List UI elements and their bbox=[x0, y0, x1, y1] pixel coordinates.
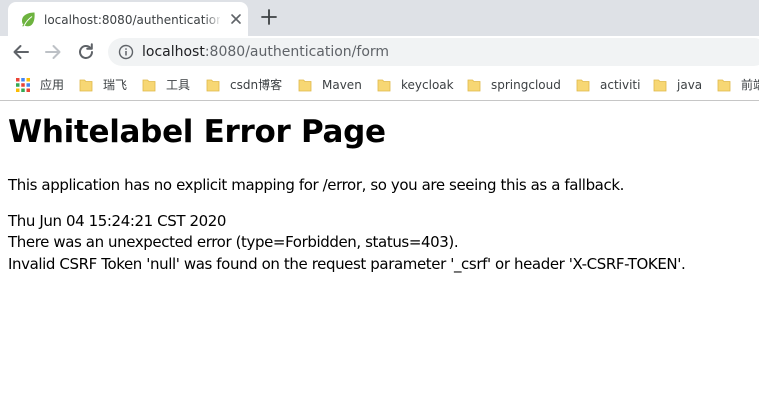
close-icon[interactable] bbox=[228, 11, 244, 27]
error-timestamp: Thu Jun 04 15:24:21 CST 2020 bbox=[8, 212, 227, 230]
bookmark-label: springcloud bbox=[491, 78, 561, 92]
bookmarks-bar: 应用 瑞飞 工具 csdn博客 Maven keycloak springclo… bbox=[0, 68, 759, 101]
arrow-left-icon[interactable] bbox=[10, 41, 32, 63]
apps-grid-icon bbox=[16, 78, 30, 92]
tab-strip: localhost:8080/authentication/form bbox=[0, 0, 759, 36]
error-status: There was an unexpected error (type=Forb… bbox=[8, 233, 459, 251]
bookmark-label: keycloak bbox=[401, 78, 454, 92]
error-message: This application has no explicit mapping… bbox=[8, 176, 624, 194]
error-detail: Invalid CSRF Token 'null' was found on t… bbox=[8, 255, 686, 273]
bookmark-label: 工具 bbox=[166, 78, 191, 92]
tab-title: localhost:8080/authentication/form bbox=[44, 13, 220, 27]
bookmark-label: 瑞飞 bbox=[103, 78, 128, 92]
url-host: localhost bbox=[142, 44, 205, 60]
page-title: Whitelabel Error Page bbox=[8, 114, 386, 150]
bookmark-label: java bbox=[677, 78, 703, 92]
folder-icon bbox=[79, 79, 93, 92]
url-path: :8080/authentication/form bbox=[204, 44, 390, 60]
folder-icon bbox=[467, 79, 481, 92]
url-text[interactable]: localhost:8080/authentication/form bbox=[142, 43, 389, 61]
address-bar[interactable]: localhost:8080/authentication/form bbox=[108, 38, 759, 66]
info-icon[interactable] bbox=[118, 44, 134, 60]
folder-icon bbox=[298, 79, 312, 92]
browser-toolbar: localhost:8080/authentication/form bbox=[0, 36, 759, 68]
bookmark-label: csdn博客 bbox=[230, 78, 283, 92]
arrow-right-icon[interactable] bbox=[42, 41, 64, 63]
tab-title-fade bbox=[204, 8, 222, 30]
bookmark-label: 应用 bbox=[40, 78, 65, 92]
bookmark-label: 前端 bbox=[741, 78, 759, 92]
bookmark-label: activiti bbox=[600, 78, 641, 92]
folder-icon bbox=[377, 79, 391, 92]
browser-tab[interactable]: localhost:8080/authentication/form bbox=[8, 2, 248, 36]
folder-icon bbox=[717, 79, 731, 92]
folder-icon bbox=[576, 79, 590, 92]
plus-icon[interactable] bbox=[259, 7, 279, 27]
bookmark-label: Maven bbox=[322, 78, 362, 92]
folder-icon bbox=[206, 79, 220, 92]
reload-icon[interactable] bbox=[75, 41, 97, 63]
folder-icon bbox=[142, 79, 156, 92]
spring-leaf-icon bbox=[22, 12, 35, 27]
folder-icon bbox=[653, 79, 667, 92]
